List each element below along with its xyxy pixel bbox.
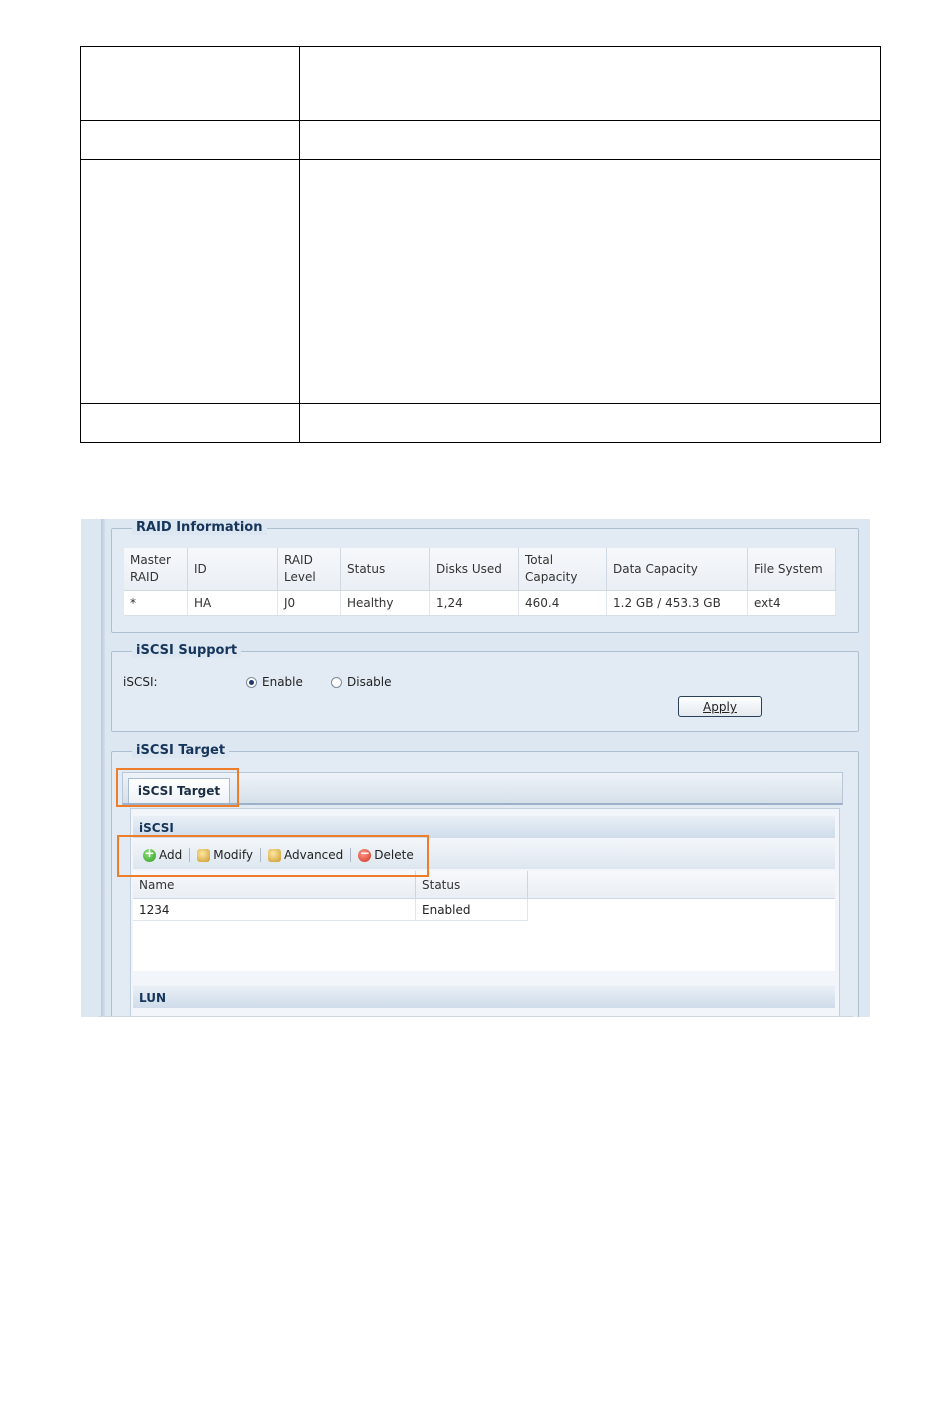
iscsi-label: iSCSI: xyxy=(123,675,158,689)
apply-button[interactable]: Apply xyxy=(678,696,762,717)
col-file-system: File System xyxy=(747,548,836,591)
enable-label: Enable xyxy=(262,675,303,689)
disable-label: Disable xyxy=(347,675,392,689)
col-master-raid: Master RAID xyxy=(124,548,188,591)
col-data-capacity: Data Capacity xyxy=(606,548,748,591)
document-table xyxy=(80,46,881,443)
iscsi-support-legend: iSCSI Support xyxy=(132,644,242,658)
col-disks-used: Disks Used xyxy=(429,548,519,591)
raid-information-legend: RAID Information xyxy=(132,521,267,535)
cell-raid-level: J0 xyxy=(277,590,341,616)
cell-total-capacity: 460.4 xyxy=(518,590,607,616)
radio-selected-icon xyxy=(246,676,257,688)
col-total-capacity: Total Capacity xyxy=(518,548,607,591)
col-id: ID xyxy=(187,548,278,591)
col-raid-level: RAID Level xyxy=(277,548,341,591)
screenshot-bottom-edge xyxy=(98,1016,853,1017)
doc-cell xyxy=(80,120,300,160)
cell-master-raid: * xyxy=(124,590,188,616)
table-row[interactable]: * HA J0 Healthy 1,24 460.4 1.2 GB / 453.… xyxy=(124,590,836,616)
iscsi-target-legend: iSCSI Target xyxy=(132,744,230,758)
toolbar-highlight-box xyxy=(117,835,429,877)
left-border xyxy=(101,519,105,1017)
lun-panel-title: LUN xyxy=(133,986,835,1008)
cell-data-capacity: 1.2 GB / 453.3 GB xyxy=(606,590,748,616)
col-status[interactable]: Status xyxy=(416,871,528,898)
cell-name: 1234 xyxy=(133,899,416,921)
cell-status: Healthy xyxy=(340,590,430,616)
doc-cell xyxy=(80,159,300,404)
cell-file-system: ext4 xyxy=(747,590,836,616)
cell-id: HA xyxy=(187,590,278,616)
tab-highlight-box xyxy=(116,768,239,807)
doc-cell xyxy=(80,403,300,443)
iscsi-support-fieldset: iSCSI Support xyxy=(111,644,859,732)
col-status: Status xyxy=(340,548,430,591)
cell-disks-used: 1,24 xyxy=(429,590,519,616)
doc-cell xyxy=(299,159,881,404)
enable-radio[interactable]: Enable xyxy=(246,675,303,689)
disable-radio[interactable]: Disable xyxy=(331,675,392,689)
iscsi-screenshot: RAID Information Master RAID ID RAID Lev… xyxy=(81,519,870,1017)
doc-cell xyxy=(299,46,881,121)
raid-table-header: Master RAID ID RAID Level Status Disks U… xyxy=(124,548,836,591)
cell-status: Enabled xyxy=(416,899,528,921)
doc-cell xyxy=(299,403,881,443)
iscsi-target-grid: Name Status 1234 Enabled xyxy=(133,871,835,971)
doc-cell xyxy=(80,46,300,121)
raid-table: Master RAID ID RAID Level Status Disks U… xyxy=(124,548,836,616)
radio-unselected-icon xyxy=(331,676,342,688)
doc-cell xyxy=(299,120,881,160)
